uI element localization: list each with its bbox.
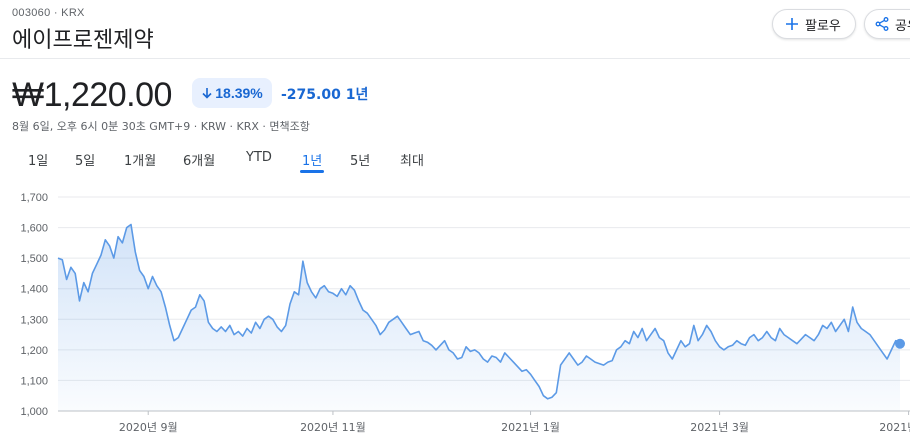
y-tick-label: 1,600	[20, 223, 48, 235]
tab-1m[interactable]: 1개월	[124, 150, 156, 169]
y-tick-label: 1,500	[20, 253, 48, 265]
y-tick-label: 1,400	[20, 284, 48, 296]
x-tick-label: 2020년 11월	[300, 421, 366, 434]
share-icon	[875, 17, 889, 31]
current-price: ₩1,220.00	[12, 76, 172, 114]
tab-6m[interactable]: 6개월	[183, 150, 215, 169]
ticker-symbol: 003060 · KRX	[12, 7, 85, 19]
y-tick-label: 1,200	[20, 345, 48, 357]
y-tick-label: 1,000	[20, 406, 48, 418]
follow-label: 팔로우	[805, 18, 841, 34]
share-button[interactable]: 공유	[864, 9, 910, 39]
x-tick-label: 2021년 1월	[501, 421, 560, 434]
quote-meta: 8월 6일, 오후 6시 0분 30초 GMT+9 · KRW · KRX · …	[12, 120, 310, 133]
active-tab-indicator	[300, 170, 324, 173]
x-tick-label: 2020년 9월	[119, 421, 178, 434]
tab-1d[interactable]: 1일	[28, 150, 48, 169]
stock-name: 에이프로젠제약	[12, 28, 154, 53]
change-amount: -275.00 1년	[281, 87, 369, 103]
last-price-dot	[895, 338, 905, 349]
tab-max[interactable]: 최대	[400, 150, 424, 169]
tab-1y[interactable]: 1년	[302, 150, 322, 169]
y-tick-label: 1,100	[20, 375, 48, 387]
price-area	[58, 224, 900, 411]
tab-5y[interactable]: 5년	[350, 150, 370, 169]
x-tick-label: 2021년 5월	[879, 421, 910, 434]
arrow-down-icon	[202, 88, 212, 99]
plus-icon	[786, 18, 798, 30]
header-divider	[0, 58, 910, 59]
tab-5d[interactable]: 5일	[75, 150, 95, 169]
y-tick-label: 1,300	[20, 314, 48, 326]
follow-button[interactable]: 팔로우	[772, 9, 856, 39]
price-chart[interactable]: 1,700 1,600 1,500 1,400 1,300 1,200 1,100 1,000…	[0, 180, 910, 443]
tab-ytd[interactable]: YTD	[246, 150, 272, 165]
change-percent-chip: 18.39%	[192, 78, 272, 108]
share-label: 공유	[895, 18, 910, 34]
change-percent: 18.39%	[215, 85, 263, 101]
y-tick-label: 1,700	[20, 192, 48, 204]
x-tick-label: 2021년 3월	[690, 421, 749, 434]
